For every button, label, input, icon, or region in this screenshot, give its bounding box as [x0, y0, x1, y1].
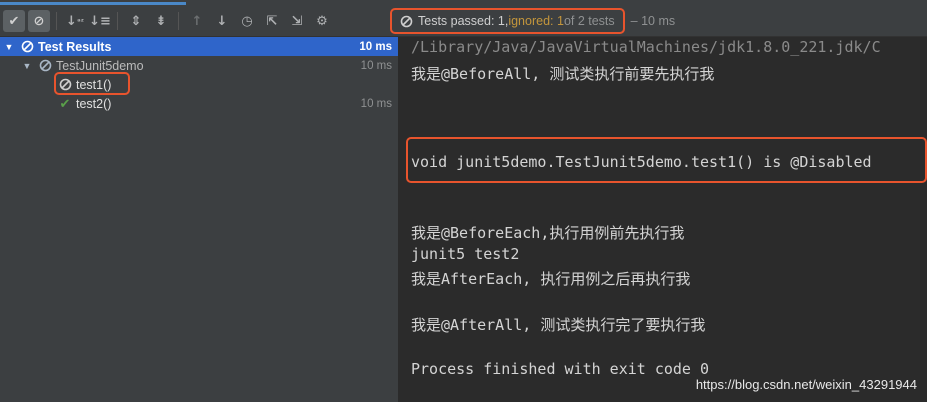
console-line: Process finished with exit code 0: [411, 360, 710, 378]
history-icon[interactable]: ◷: [236, 10, 258, 32]
export-tests-icon[interactable]: ⇲: [286, 10, 308, 32]
console-line: 我是@BeforeAll, 测试类执行前要先执行我: [411, 65, 715, 83]
console-line: 我是@BeforeEach,执行用例前先执行我: [411, 224, 685, 242]
tree-test-time: 10 ms: [360, 97, 392, 110]
expand-all-icon[interactable]: ⇕: [125, 10, 147, 32]
ignored-status-icon: [400, 15, 413, 27]
next-failed-icon[interactable]: ↓: [211, 10, 233, 32]
toolbar-separator: [56, 12, 57, 30]
tree-root-row[interactable]: ▼ Test Results 10 ms: [0, 37, 398, 56]
watermark: https://blog.csdn.net/weixin_43291944: [695, 377, 917, 392]
tree-test-row[interactable]: ✔ test2() 10 ms: [0, 94, 398, 113]
active-tab-indicator: [0, 2, 186, 5]
sort-duration-icon[interactable]: ↓≡: [89, 10, 111, 32]
test-status-summary: Tests passed: 1, ignored: 1 of 2 tests –…: [390, 8, 676, 34]
settings-gear-icon[interactable]: ⚙: [311, 10, 333, 32]
expand-arrow-icon[interactable]: ▼: [4, 42, 14, 52]
console-output: /Library/Java/JavaVirtualMachines/jdk1.8…: [399, 37, 927, 402]
status-total-text: of 2 tests: [563, 14, 615, 28]
tree-root-label: Test Results: [38, 39, 112, 54]
expand-arrow-icon[interactable]: ▼: [22, 61, 32, 71]
test1-highlight-box: [54, 72, 130, 95]
tree-suite-label: TestJunit5demo: [56, 58, 144, 73]
console-line: /Library/Java/JavaVirtualMachines/jdk1.8…: [411, 38, 881, 56]
tree-root-time: 10 ms: [359, 40, 392, 53]
console-line: 我是@AfterAll, 测试类执行完了要执行我: [411, 316, 706, 334]
prev-failed-icon[interactable]: ↑: [186, 10, 208, 32]
sort-alpha-icon[interactable]: ↓ ᵃᶻ: [64, 10, 86, 32]
collapse-all-icon[interactable]: ⇟: [150, 10, 172, 32]
status-passed-text: Tests passed: 1,: [418, 14, 509, 28]
status-ignored-text: ignored: 1: [508, 14, 564, 28]
status-highlight-box: Tests passed: 1, ignored: 1 of 2 tests: [390, 8, 625, 34]
import-tests-icon[interactable]: ⇱: [261, 10, 283, 32]
tree-suite-time: 10 ms: [360, 59, 392, 72]
status-time-text: – 10 ms: [630, 14, 676, 28]
console-line: 我是AfterEach, 执行用例之后再执行我: [411, 270, 691, 288]
disabled-line-highlight-box: [406, 137, 927, 183]
tree-test-label: test2(): [76, 96, 112, 111]
toolbar-separator: [178, 12, 179, 30]
console-line: junit5 test2: [411, 245, 520, 263]
passed-check-icon: ✔: [59, 95, 71, 111]
ignored-status-icon: [20, 40, 34, 53]
show-passed-icon[interactable]: ✔: [3, 10, 25, 32]
ignored-status-icon: [38, 59, 52, 72]
show-ignored-icon[interactable]: ⊘: [28, 10, 50, 32]
toolbar-separator: [117, 12, 118, 30]
